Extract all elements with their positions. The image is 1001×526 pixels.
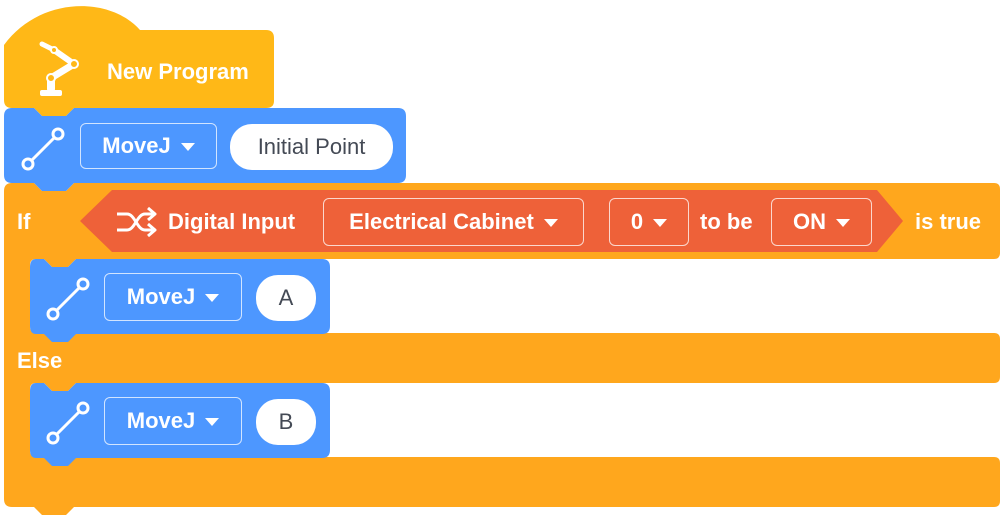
chevron-down-icon (205, 418, 220, 426)
input-channel-label: 0 (630, 209, 644, 234)
chevron-down-icon (653, 219, 668, 227)
point-b-field[interactable]: B (256, 399, 316, 445)
chevron-down-icon (180, 143, 195, 151)
move-line-icon (45, 400, 91, 451)
input-source-label: Electrical Cabinet (349, 209, 534, 234)
if-label: If (17, 209, 31, 234)
input-channel-dropdown[interactable]: 0 (609, 198, 689, 246)
initial-movej-command-dropdown[interactable]: MoveJ (80, 123, 217, 169)
input-state-dropdown[interactable]: ON (771, 198, 872, 246)
move-line-icon (20, 126, 66, 177)
move-line-icon (45, 276, 91, 327)
chevron-down-icon (836, 219, 850, 227)
chevron-down-icon (205, 294, 220, 302)
chevron-down-icon (543, 219, 558, 227)
movej-command-label: MoveJ (126, 408, 196, 433)
program-title: New Program (107, 59, 249, 84)
else-label: Else (17, 348, 63, 373)
movej-a-command-dropdown[interactable]: MoveJ (104, 273, 242, 321)
shuffle-icon (115, 206, 157, 243)
movej-command-label: MoveJ (102, 133, 171, 158)
initial-point-field[interactable]: Initial Point (230, 124, 393, 170)
digital-input-label: Digital Input (168, 209, 296, 234)
point-a-field[interactable]: A (256, 275, 316, 321)
is-true-label: is true (915, 209, 982, 234)
movej-b-command-dropdown[interactable]: MoveJ (104, 397, 242, 445)
input-source-dropdown[interactable]: Electrical Cabinet (323, 198, 584, 246)
robot-arm-icon (30, 38, 86, 103)
movej-command-label: MoveJ (126, 284, 196, 309)
input-state-label: ON (793, 209, 826, 234)
to-be-label: to be (700, 209, 753, 234)
